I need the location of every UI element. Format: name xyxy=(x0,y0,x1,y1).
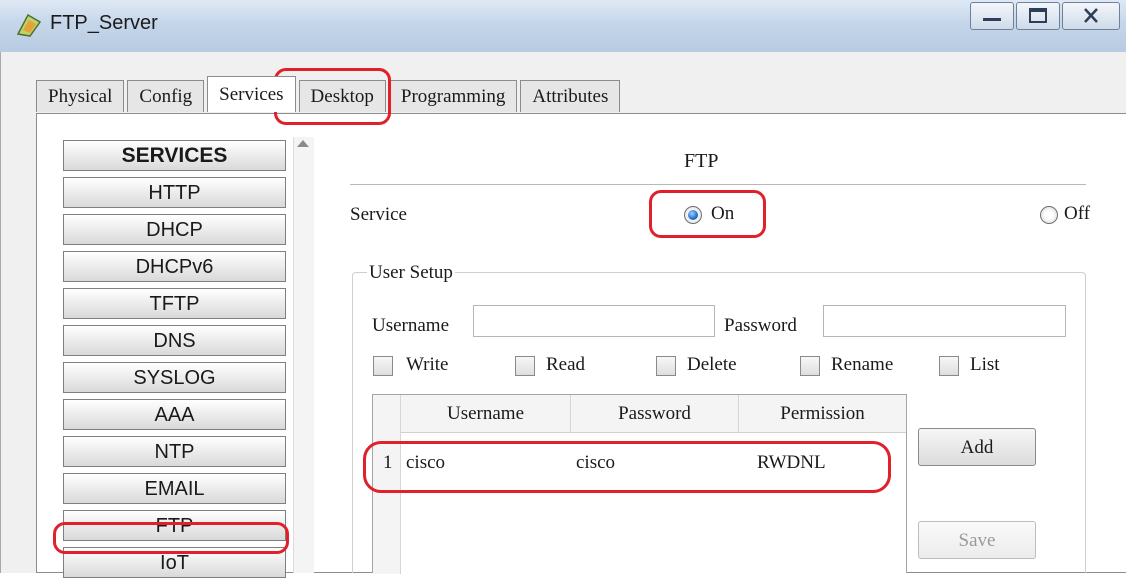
password-input[interactable] xyxy=(823,305,1066,337)
column-header-password[interactable]: Password xyxy=(571,395,739,432)
sidebar-item-email[interactable]: EMAIL xyxy=(63,473,286,504)
sidebar-item-dns[interactable]: DNS xyxy=(63,325,286,356)
scroll-up-icon[interactable] xyxy=(297,140,309,147)
highlight-user-row xyxy=(363,441,891,493)
service-off-label: Off xyxy=(1064,203,1091,224)
username-label: Username xyxy=(372,315,450,336)
tab-config[interactable]: Config xyxy=(127,80,205,112)
app-icon xyxy=(16,13,42,37)
highlight-service-on xyxy=(649,190,766,238)
sidebar-scrollbar[interactable] xyxy=(293,137,314,573)
sidebar-item-aaa[interactable]: AAA xyxy=(63,399,286,430)
sidebar-item-dhcp[interactable]: DHCP xyxy=(63,214,286,245)
sidebar-item-syslog[interactable]: SYSLOG xyxy=(63,362,286,393)
ftp-title: FTP xyxy=(684,150,719,172)
minimize-icon xyxy=(983,18,1001,21)
username-input[interactable] xyxy=(473,305,715,337)
write-label: Write xyxy=(406,354,449,375)
tab-physical[interactable]: Physical xyxy=(36,80,125,112)
service-off-radio[interactable] xyxy=(1040,206,1058,224)
window-title: FTP_Server xyxy=(50,12,158,34)
close-icon xyxy=(1084,8,1098,23)
delete-label: Delete xyxy=(687,354,737,375)
window-titlebar: FTP_Server xyxy=(0,0,1126,53)
delete-checkbox[interactable] xyxy=(656,356,676,376)
title-divider xyxy=(350,184,1086,185)
column-header-username[interactable]: Username xyxy=(401,395,571,432)
sidebar-item-tftp[interactable]: TFTP xyxy=(63,288,286,319)
maximize-icon xyxy=(1029,8,1047,23)
minimize-button[interactable] xyxy=(970,2,1014,30)
table-header-index xyxy=(373,395,401,432)
services-sidebar: SERVICES HTTP DHCP DHCPv6 TFTP DNS SYSLO… xyxy=(63,140,286,584)
table-header: Username Password Permission xyxy=(373,395,906,433)
highlight-ftp-item xyxy=(53,522,289,554)
rename-checkbox[interactable] xyxy=(800,356,820,376)
save-button[interactable]: Save xyxy=(918,521,1036,559)
column-header-permission[interactable]: Permission xyxy=(739,395,906,432)
add-button[interactable]: Add xyxy=(918,428,1036,466)
tab-attributes[interactable]: Attributes xyxy=(520,80,621,112)
close-button[interactable] xyxy=(1062,2,1120,30)
list-label: List xyxy=(970,354,1000,375)
rename-label: Rename xyxy=(831,354,894,375)
sidebar-item-http[interactable]: HTTP xyxy=(63,177,286,208)
service-label: Service xyxy=(350,204,407,225)
list-checkbox[interactable] xyxy=(939,356,959,376)
tab-services[interactable]: Services xyxy=(207,76,296,112)
maximize-button[interactable] xyxy=(1016,2,1060,30)
user-setup-legend: User Setup xyxy=(367,262,455,284)
read-label: Read xyxy=(546,354,586,375)
tab-programming[interactable]: Programming xyxy=(388,80,518,112)
password-label: Password xyxy=(724,315,797,336)
read-checkbox[interactable] xyxy=(515,356,535,376)
write-checkbox[interactable] xyxy=(373,356,393,376)
sidebar-item-ntp[interactable]: NTP xyxy=(63,436,286,467)
sidebar-item-dhcpv6[interactable]: DHCPv6 xyxy=(63,251,286,282)
sidebar-header-services[interactable]: SERVICES xyxy=(63,140,286,171)
